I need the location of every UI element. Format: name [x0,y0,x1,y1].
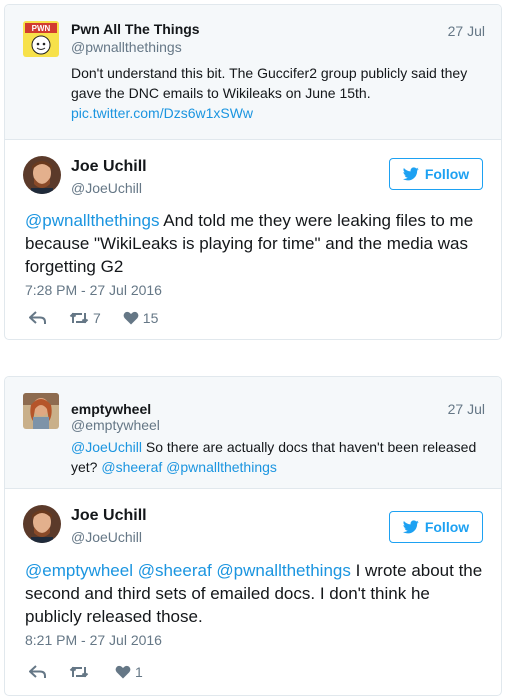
joe-avatar[interactable] [23,156,61,194]
heart-icon [123,311,139,325]
reply-author-name[interactable]: Joe Uchill [71,507,147,525]
reply-text: @emptywheel @sheeraf @pwnallthethings I … [25,559,485,628]
reply-mention-sheeraf[interactable]: @sheeraf [138,561,212,580]
reply-timestamp[interactable]: 8:21 PM - 27 Jul 2016 [25,632,162,648]
reply-mention[interactable]: @pwnallthethings [25,211,159,230]
follow-button[interactable]: Follow [389,158,483,190]
reply-timestamp[interactable]: 7:28 PM - 27 Jul 2016 [25,282,162,298]
quoted-author-name[interactable]: emptywheel [71,401,151,417]
action-bar: 7 15 [29,310,180,326]
quoted-text: Don't understand this bit. The Guccifer2… [71,63,485,123]
quoted-mention-sheeraf[interactable]: @sheeraf [101,459,162,475]
reply-icon [29,311,46,324]
reply-author-handle[interactable]: @JoeUchill [71,180,142,196]
quoted-mention-pwn[interactable]: @pwnallthethings [166,459,277,475]
quoted-text: @JoeUchill So there are actually docs th… [71,437,485,477]
retweet-action[interactable] [69,665,93,679]
tweet-card-2: emptywheel @emptywheel 27 Jul @JoeUchill… [4,376,502,696]
quoted-author-name[interactable]: Pwn All The Things [71,21,200,37]
like-count: 1 [135,664,143,680]
quoted-author-handle[interactable]: @emptywheel [71,417,160,433]
follow-button-label: Follow [424,519,470,535]
heart-icon [115,665,131,679]
reply-author-handle[interactable]: @JoeUchill [71,529,142,545]
retweet-action[interactable]: 7 [69,310,101,326]
reply-action[interactable] [29,311,47,325]
quoted-tweet[interactable]: PWN Pwn All The Things @pwnallthethings … [5,5,501,140]
quoted-pic-link[interactable]: pic.twitter.com/Dzs6w1xSWw [71,105,253,121]
reply-icon [29,665,46,678]
emptywheel-avatar[interactable] [23,393,59,429]
like-count: 15 [142,310,159,326]
reply-author-name[interactable]: Joe Uchill [71,158,147,176]
action-bar: 1 [29,664,165,680]
quoted-tweet[interactable]: emptywheel @emptywheel 27 Jul @JoeUchill… [5,377,501,489]
like-action[interactable]: 1 [115,664,143,680]
reply-mention-emptywheel[interactable]: @emptywheel [25,561,133,580]
joe-avatar[interactable] [23,505,61,543]
quoted-mention-joe[interactable]: @JoeUchill [71,439,142,455]
quoted-date[interactable]: 27 Jul [448,23,485,39]
quoted-date[interactable]: 27 Jul [448,401,485,417]
quoted-author-handle[interactable]: @pwnallthethings [71,39,182,55]
quoted-text-body: Don't understand this bit. The Guccifer2… [71,65,468,101]
follow-button[interactable]: Follow [389,511,483,543]
twitter-bird-icon [402,167,419,181]
pwn-avatar[interactable]: PWN [23,21,59,57]
tweet-card-1: PWN Pwn All The Things @pwnallthethings … [4,4,502,340]
retweet-icon [69,312,89,324]
pwn-avatar-text: PWN [32,24,51,33]
like-action[interactable]: 15 [123,310,159,326]
retweet-count: 7 [93,310,101,326]
follow-button-label: Follow [424,166,470,182]
reply-text: @pwnallthethings And told me they were l… [25,209,485,278]
twitter-bird-icon [402,520,419,534]
reply-action[interactable] [29,665,47,679]
reply-mention-pwn[interactable]: @pwnallthethings [216,561,350,580]
retweet-icon [69,666,89,678]
